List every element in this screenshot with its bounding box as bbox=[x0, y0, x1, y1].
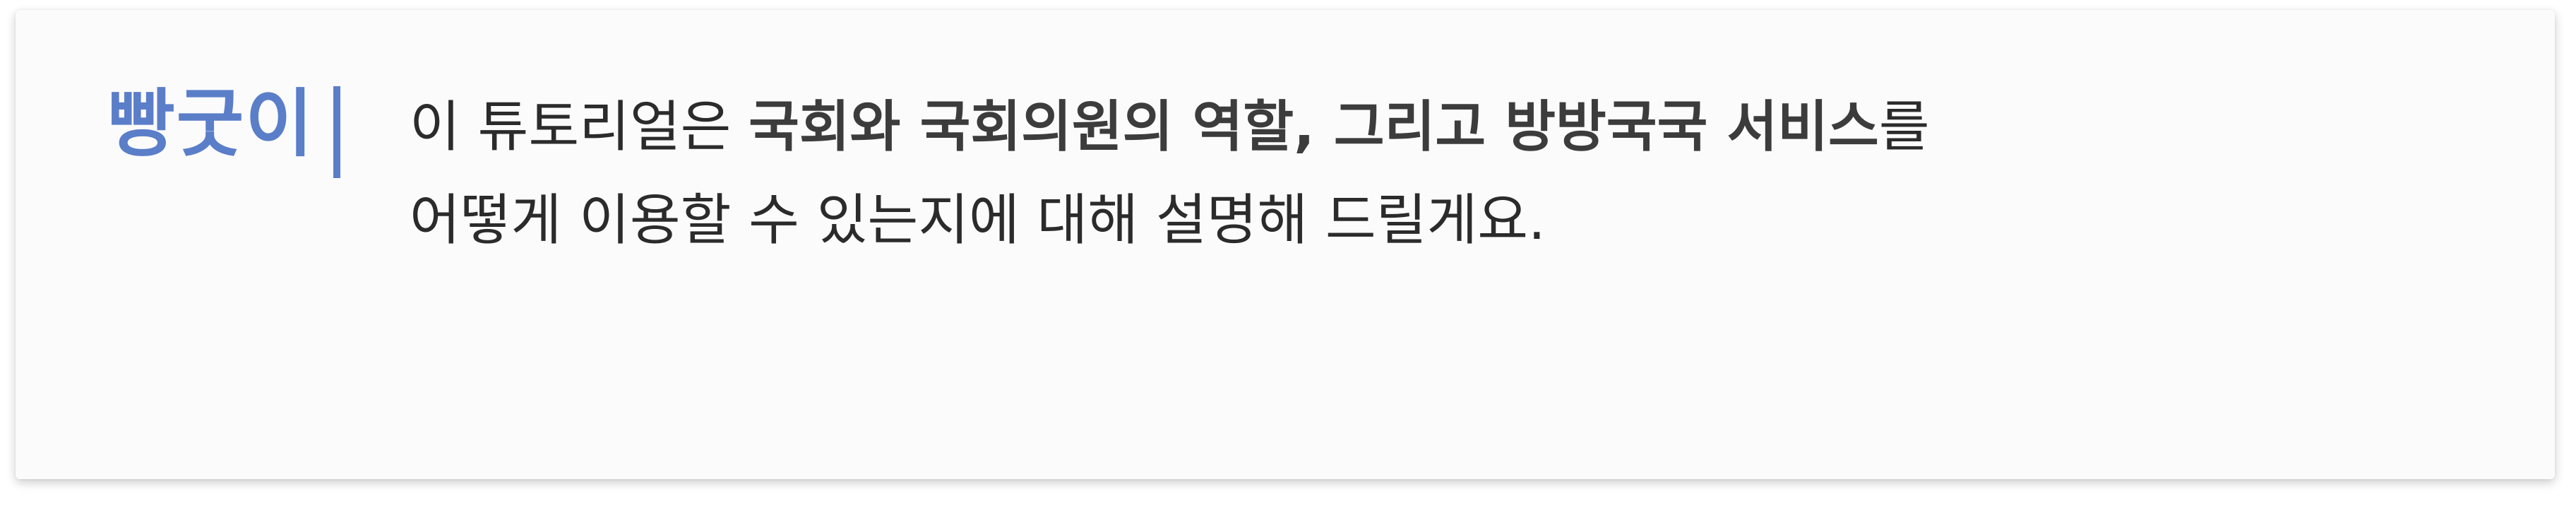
message-line-2: 어떻게 이용할 수 있는지에 대해 설명해 드릴게요. bbox=[410, 189, 1546, 252]
speaker-divider bbox=[333, 86, 340, 178]
message-line-1: 이 튜토리얼은 국회와 국회의원의 역할, 그리고 방방국국 서비스를 bbox=[410, 81, 2528, 174]
dialog-message: 이 튜토리얼은 국회와 국회의원의 역할, 그리고 방방국국 서비스를 어떻게 … bbox=[410, 81, 2528, 267]
message-line-1-emphasis: 국회와 국회의원의 역할, 그리고 방방국국 서비스 bbox=[749, 95, 1879, 159]
tutorial-dialog[interactable]: 빵굿이 이 튜토리얼은 국회와 국회의원의 역할, 그리고 방방국국 서비스를 … bbox=[16, 10, 2555, 479]
speaker-name: 빵굿이 bbox=[107, 81, 315, 167]
message-line-1-suffix: 를 bbox=[1878, 95, 1930, 159]
message-line-1-prefix: 이 튜토리얼은 bbox=[410, 95, 749, 159]
